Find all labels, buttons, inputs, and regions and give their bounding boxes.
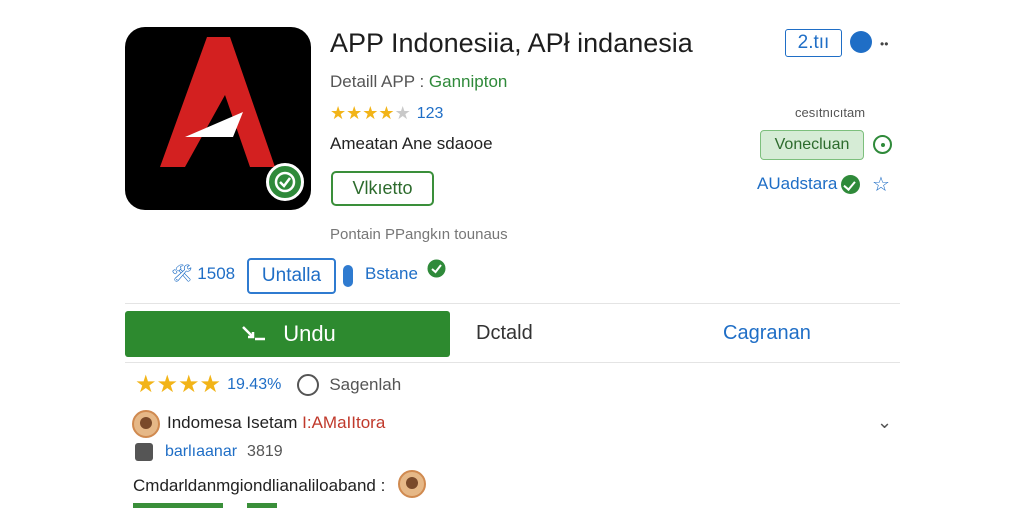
publisher-link[interactable]: AUadstara bbox=[757, 174, 861, 194]
shield-icon[interactable] bbox=[850, 31, 872, 53]
reviewer-name-text: Indomesa Isetam bbox=[167, 413, 298, 432]
star-icon: ★ bbox=[156, 371, 179, 398]
avatar[interactable] bbox=[398, 470, 426, 498]
tab-catatan[interactable]: Cagranan bbox=[723, 322, 811, 345]
check-circle-icon bbox=[841, 174, 861, 194]
truncated-item bbox=[247, 503, 277, 512]
install-button[interactable]: Untalla bbox=[247, 258, 336, 294]
version-chip[interactable]: 2.tıı bbox=[785, 29, 842, 57]
star-icon: ★ bbox=[199, 371, 222, 398]
star-icon: ★ bbox=[362, 103, 379, 123]
reviewer-name: Indomesa Isetam I:AMaIItora bbox=[167, 413, 385, 433]
star-icon: ★ bbox=[135, 371, 157, 398]
reviewer-tag: I:AMaIItora bbox=[302, 413, 386, 432]
comment-label[interactable]: Sagenlah bbox=[329, 375, 401, 395]
favorite-star-icon[interactable]: ☆ bbox=[872, 172, 890, 197]
rating-stars: ★★★★★ bbox=[330, 104, 411, 124]
clock-icon[interactable] bbox=[873, 135, 892, 154]
more-options-icon[interactable]: •• bbox=[880, 37, 888, 51]
secondary-link[interactable]: Bstane bbox=[365, 264, 418, 284]
avatar[interactable] bbox=[132, 410, 160, 438]
star-icon: ★ bbox=[330, 103, 347, 123]
detail-line: Detaill APP : Gannipton bbox=[330, 72, 507, 92]
detail-prefix: Detaill APP : bbox=[330, 72, 425, 91]
review-percentage: 19.43% bbox=[227, 376, 282, 393]
info-text: Pontain PPangkın tounaus bbox=[330, 226, 508, 243]
review-meta-count: 3819 bbox=[247, 443, 283, 460]
review-meta: barlıaanar 3819 bbox=[135, 443, 283, 461]
review-stars: ★★★★ bbox=[135, 373, 221, 397]
info-drop-icon bbox=[343, 265, 353, 287]
status-pill[interactable]: Vonecluan bbox=[760, 130, 864, 160]
star-icon: ★ bbox=[378, 103, 395, 123]
tagline: Ameatan Ane sdaooe bbox=[330, 134, 493, 153]
check-circle-icon bbox=[427, 259, 446, 278]
rating-count: 123 bbox=[416, 105, 444, 122]
app-title: APP Indonesiia, APł indanesia bbox=[330, 28, 693, 58]
star-icon: ★ bbox=[346, 103, 363, 123]
tab-detail[interactable]: Dctald bbox=[476, 322, 533, 345]
side-caption: cesıtnıcıtam bbox=[795, 105, 866, 120]
star-icon: ★ bbox=[394, 103, 411, 123]
developer-link[interactable]: Gannipton bbox=[429, 72, 507, 91]
truncated-row bbox=[133, 503, 277, 512]
divider bbox=[125, 303, 900, 304]
download-icon bbox=[242, 326, 266, 341]
star-icon: ★ bbox=[178, 371, 200, 398]
rating-row: ★★★★★ 123 bbox=[330, 104, 443, 124]
download-count: 🛠 1508 bbox=[171, 264, 236, 283]
tab-download[interactable]: Undu bbox=[125, 311, 450, 357]
publisher-label: AUadstara bbox=[757, 174, 838, 193]
review-meta-label[interactable]: barlıaanar bbox=[165, 443, 237, 461]
truncated-stars bbox=[133, 503, 223, 512]
chevron-down-icon[interactable]: ⌄ bbox=[877, 412, 892, 433]
comment-bubble-icon[interactable] bbox=[297, 374, 320, 396]
divider bbox=[125, 362, 900, 363]
tab-download-label: Undu bbox=[283, 321, 336, 346]
review-summary: ★★★★ 19.43% Sagenlah bbox=[135, 373, 401, 397]
puzzle-icon bbox=[135, 443, 153, 461]
verified-badge-icon bbox=[266, 163, 304, 201]
badge-button[interactable]: Vlkıetto bbox=[331, 171, 434, 206]
comment-text: Cmdarldanmgiondlianaliloaband : bbox=[133, 476, 386, 495]
